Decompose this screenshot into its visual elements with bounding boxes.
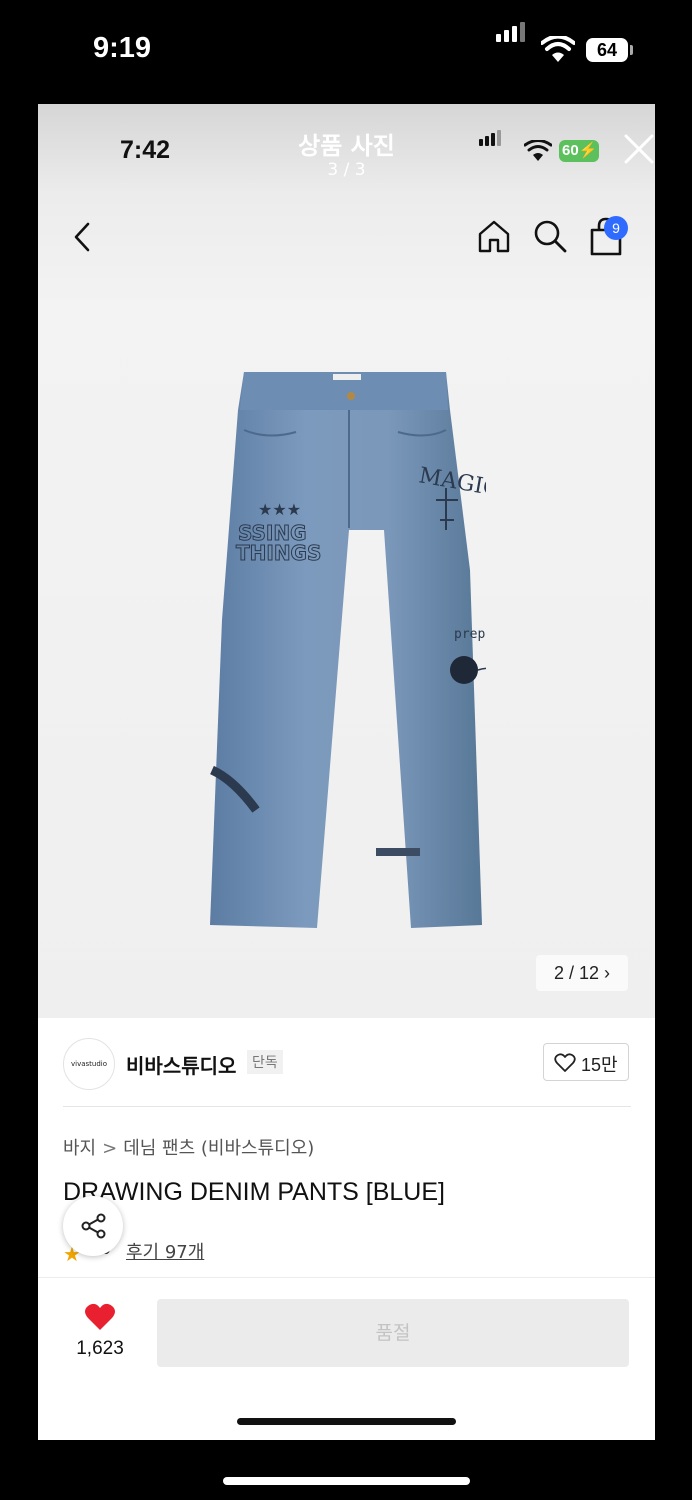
viewer-count: 3 / 3 (327, 160, 366, 180)
battery-icon: 64 (586, 38, 628, 62)
breadcrumb-item[interactable]: 데님 팬츠 (비바스튜디오) (123, 1138, 314, 1159)
inner-battery-icon: 60⚡ (559, 140, 599, 162)
heart-count: 1,623 (76, 1338, 124, 1359)
divider (63, 1106, 631, 1107)
sold-out-button[interactable]: 품절 (157, 1299, 629, 1367)
brand-logo[interactable]: vivastudio (63, 1038, 115, 1090)
home-icon[interactable] (476, 218, 512, 254)
share-button[interactable] (63, 1196, 123, 1256)
inner-home-indicator (237, 1418, 456, 1425)
close-icon[interactable] (622, 132, 655, 166)
inner-battery-level: 60 (562, 142, 579, 159)
inner-wifi-icon (524, 140, 552, 161)
product-photo-area[interactable]: 7:42 상품 사진 3 / 3 60⚡ 9 ★★★ SSING THINGS … (38, 104, 655, 1018)
device-time: 9:19 (93, 32, 152, 64)
heart-outline-icon (554, 1053, 576, 1072)
denim-pants-image: ★★★ SSING THINGS MAGIC preps (209, 372, 486, 928)
home-indicator[interactable] (223, 1477, 470, 1485)
breadcrumb-separator: > (102, 1138, 118, 1159)
exclusive-badge: 단독 (247, 1050, 283, 1074)
heart-icon[interactable] (84, 1303, 116, 1331)
review-link[interactable]: 후기 97개 (126, 1238, 204, 1264)
brand-like-button[interactable]: 15만 (543, 1043, 629, 1081)
svg-text:preps: preps (454, 627, 486, 642)
battery-nub (630, 45, 633, 55)
svg-text:THINGS: THINGS (236, 541, 321, 565)
back-icon[interactable] (68, 220, 98, 254)
cart-badge: 9 (604, 216, 628, 240)
photo-pager[interactable]: 2 / 12 › (536, 955, 628, 991)
brand-like-count: 15만 (581, 1055, 618, 1075)
brand-row: vivastudio 비바스튜디오 단독 15만 (38, 1018, 655, 1106)
device-status-bar: 9:19 64 (0, 0, 692, 104)
product-title: DRAWING DENIM PANTS [BLUE] (63, 1178, 445, 1206)
brand-name[interactable]: 비바스튜디오 (126, 1050, 236, 1079)
svg-text:★★★: ★★★ (258, 500, 301, 519)
photo-viewer: 7:42 상품 사진 3 / 3 60⚡ 9 ★★★ SSING THINGS … (38, 104, 655, 1440)
share-icon (81, 1213, 106, 1239)
breadcrumb: 바지 > 데님 팬츠 (비바스튜디오) (63, 1134, 314, 1160)
search-icon[interactable] (532, 218, 568, 254)
breadcrumb-item[interactable]: 바지 (63, 1138, 96, 1159)
bottom-bar-divider (38, 1277, 655, 1278)
wifi-icon (541, 36, 575, 62)
